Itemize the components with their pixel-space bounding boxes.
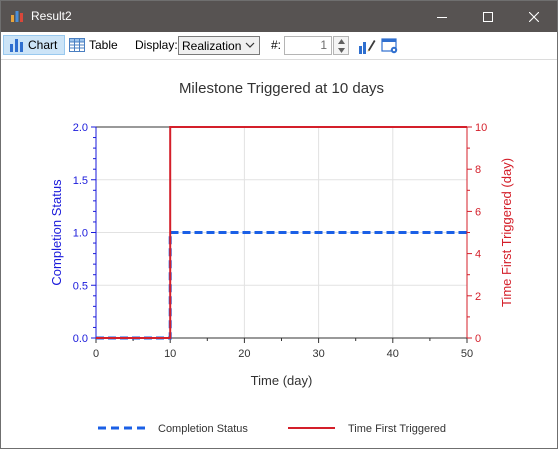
- caret-down-icon: [337, 47, 345, 53]
- legend-label: Time First Triggered: [348, 423, 446, 435]
- maximize-icon: [483, 11, 493, 22]
- y-right-tick-label: 2: [475, 291, 481, 303]
- y-left-tick-label: 1.5: [73, 175, 88, 187]
- display-select-value: Realization: [182, 38, 242, 53]
- chart-svg: Milestone Triggered at 10 days0 10 20 30 40 5…: [49, 80, 514, 435]
- x-tick-label: 20: [238, 348, 250, 360]
- close-icon: [529, 11, 539, 22]
- y-right-tick-label: 6: [475, 206, 481, 218]
- chart-area: Milestone Triggered at 10 days 0 10 20 30 40 5…: [1, 60, 557, 448]
- close-button[interactable]: [511, 1, 557, 32]
- x-tick-label: 0: [93, 348, 99, 360]
- x-axis-label: Time (day): [251, 373, 313, 388]
- y-left-tick-label: 2.0: [73, 122, 88, 134]
- realization-number-input[interactable]: 1: [284, 36, 332, 55]
- spin-down-button[interactable]: [334, 46, 348, 54]
- bar-chart-icon: [10, 39, 23, 52]
- x-tick-label: 40: [387, 348, 399, 360]
- chart-settings-icon[interactable]: [381, 37, 399, 55]
- minimize-button[interactable]: [419, 1, 465, 32]
- caret-up-icon: [337, 38, 345, 44]
- bar-chart-app-icon: [11, 11, 23, 22]
- table-view-button[interactable]: Table: [69, 35, 118, 55]
- y-right-tick-label: 0: [475, 333, 481, 345]
- y-right-tick-label: 10: [475, 122, 487, 134]
- minimize-icon: [437, 16, 447, 18]
- title-bar[interactable]: Result2: [1, 1, 557, 32]
- chart-label: Chart: [28, 38, 58, 52]
- spin-up-button[interactable]: [334, 37, 348, 45]
- table-icon: [69, 38, 85, 52]
- toolbar: Chart Table Display: Realization #: 1: [1, 32, 557, 60]
- y-left-tick-label: 1.0: [73, 228, 88, 240]
- y-left-tick-label: 0.5: [73, 280, 88, 292]
- display-select[interactable]: Realization: [178, 36, 260, 55]
- chart-title: Milestone Triggered at 10 days: [179, 80, 384, 97]
- y-left-tick-label: 0.0: [73, 333, 88, 345]
- x-tick-label: 30: [312, 348, 324, 360]
- x-tick-label: 10: [164, 348, 176, 360]
- legend-label: Completion Status: [158, 423, 248, 435]
- x-tick-label: 50: [461, 348, 473, 360]
- display-label: Display:: [135, 38, 178, 52]
- realization-number-label: #:: [271, 38, 282, 52]
- y-axis-right-label: Time First Triggered (day): [499, 158, 514, 307]
- realization-spinner: [333, 36, 349, 55]
- chart-view-button[interactable]: Chart: [3, 35, 65, 55]
- result-window: Result2 Chart Table Display: Realization…: [0, 0, 558, 449]
- table-label: Table: [89, 38, 118, 52]
- y-right-tick-label: 4: [475, 249, 481, 261]
- y-axis-left-label: Completion Status: [49, 179, 64, 286]
- y-right-tick-label: 8: [475, 164, 481, 176]
- chart-properties-icon[interactable]: [358, 37, 376, 55]
- window-title: Result2: [31, 9, 72, 23]
- maximize-button[interactable]: [465, 1, 511, 32]
- chevron-down-icon: [245, 42, 255, 48]
